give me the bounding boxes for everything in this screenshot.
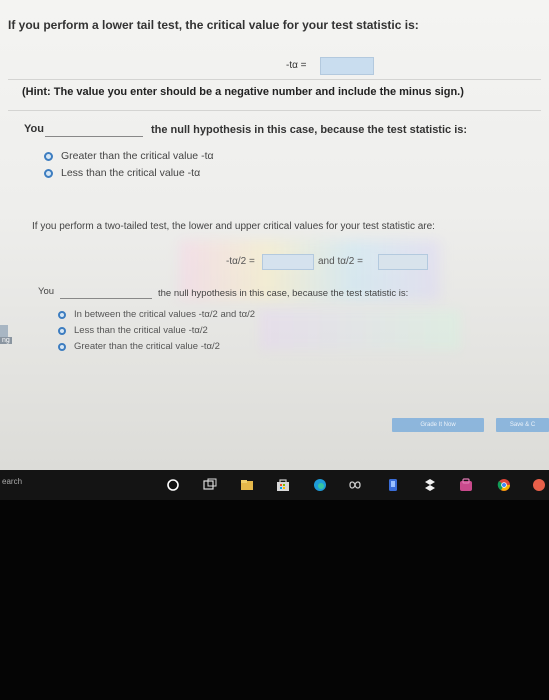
t-alpha-input[interactable] bbox=[320, 57, 374, 75]
cortana-icon[interactable] bbox=[166, 478, 180, 492]
store-icon[interactable] bbox=[276, 478, 290, 492]
radio-between[interactable] bbox=[58, 311, 66, 319]
decision-dropdown-2[interactable] bbox=[60, 298, 152, 299]
decision-suffix: the null hypothesis in this case, becaus… bbox=[151, 124, 468, 136]
taskbar: earch bbox=[0, 470, 549, 500]
browser-page: If you perform a lower tail test, the cr… bbox=[0, 0, 549, 470]
option-greater-label: Greater than the critical value -tα bbox=[61, 150, 214, 162]
side-tab-label: ng bbox=[0, 337, 12, 344]
dropbox-icon[interactable] bbox=[386, 478, 400, 492]
option-less2-label: Less than the critical value -tα/2 bbox=[74, 325, 208, 336]
radio-less[interactable] bbox=[44, 169, 53, 178]
hint-text: (Hint: The value you enter should be a n… bbox=[22, 86, 464, 98]
option-less-label: Less than the critical value -tα bbox=[61, 167, 201, 179]
screen-glare bbox=[260, 310, 460, 350]
chrome-icon[interactable] bbox=[497, 478, 511, 492]
side-tab[interactable] bbox=[0, 325, 8, 337]
app-icon[interactable] bbox=[348, 478, 362, 492]
option-greater2-label: Greater than the critical value -tα/2 bbox=[74, 341, 220, 352]
radio-greater[interactable] bbox=[44, 152, 53, 161]
monitor-bezel bbox=[0, 500, 549, 700]
lower-t-label: -tα/2 = bbox=[226, 256, 255, 267]
save-continue-button[interactable]: Save & C bbox=[496, 418, 549, 432]
option-between-label: In between the critical values -tα/2 and… bbox=[74, 309, 256, 320]
decision2-suffix: the null hypothesis in this case, becaus… bbox=[158, 288, 409, 299]
question1-title: If you perform a lower tail test, the cr… bbox=[8, 18, 419, 32]
t-alpha-label: -tα = bbox=[286, 60, 307, 71]
upper-t-label: and tα/2 = bbox=[318, 256, 363, 267]
decision2-you-label: You bbox=[38, 286, 55, 297]
question2-title: If you perform a two-tailed test, the lo… bbox=[32, 221, 435, 232]
radio-less-2[interactable] bbox=[58, 327, 66, 335]
edge-icon[interactable] bbox=[313, 478, 327, 492]
radio-greater-2[interactable] bbox=[58, 343, 66, 351]
grade-it-now-button[interactable]: Grade It Now bbox=[392, 418, 484, 432]
lower-t-input[interactable] bbox=[262, 254, 314, 270]
decision-dropdown-1[interactable] bbox=[45, 136, 143, 137]
explorer-icon[interactable] bbox=[240, 478, 254, 492]
divider bbox=[8, 110, 541, 111]
decision-you-label: You bbox=[24, 123, 44, 135]
extra-icon[interactable] bbox=[532, 478, 546, 492]
upper-t-input[interactable] bbox=[378, 254, 428, 270]
store-bag-icon[interactable] bbox=[459, 478, 473, 492]
search-box[interactable]: earch bbox=[2, 477, 22, 486]
divider bbox=[8, 79, 541, 80]
photos-icon[interactable] bbox=[423, 478, 437, 492]
task-view-icon[interactable] bbox=[203, 478, 217, 492]
